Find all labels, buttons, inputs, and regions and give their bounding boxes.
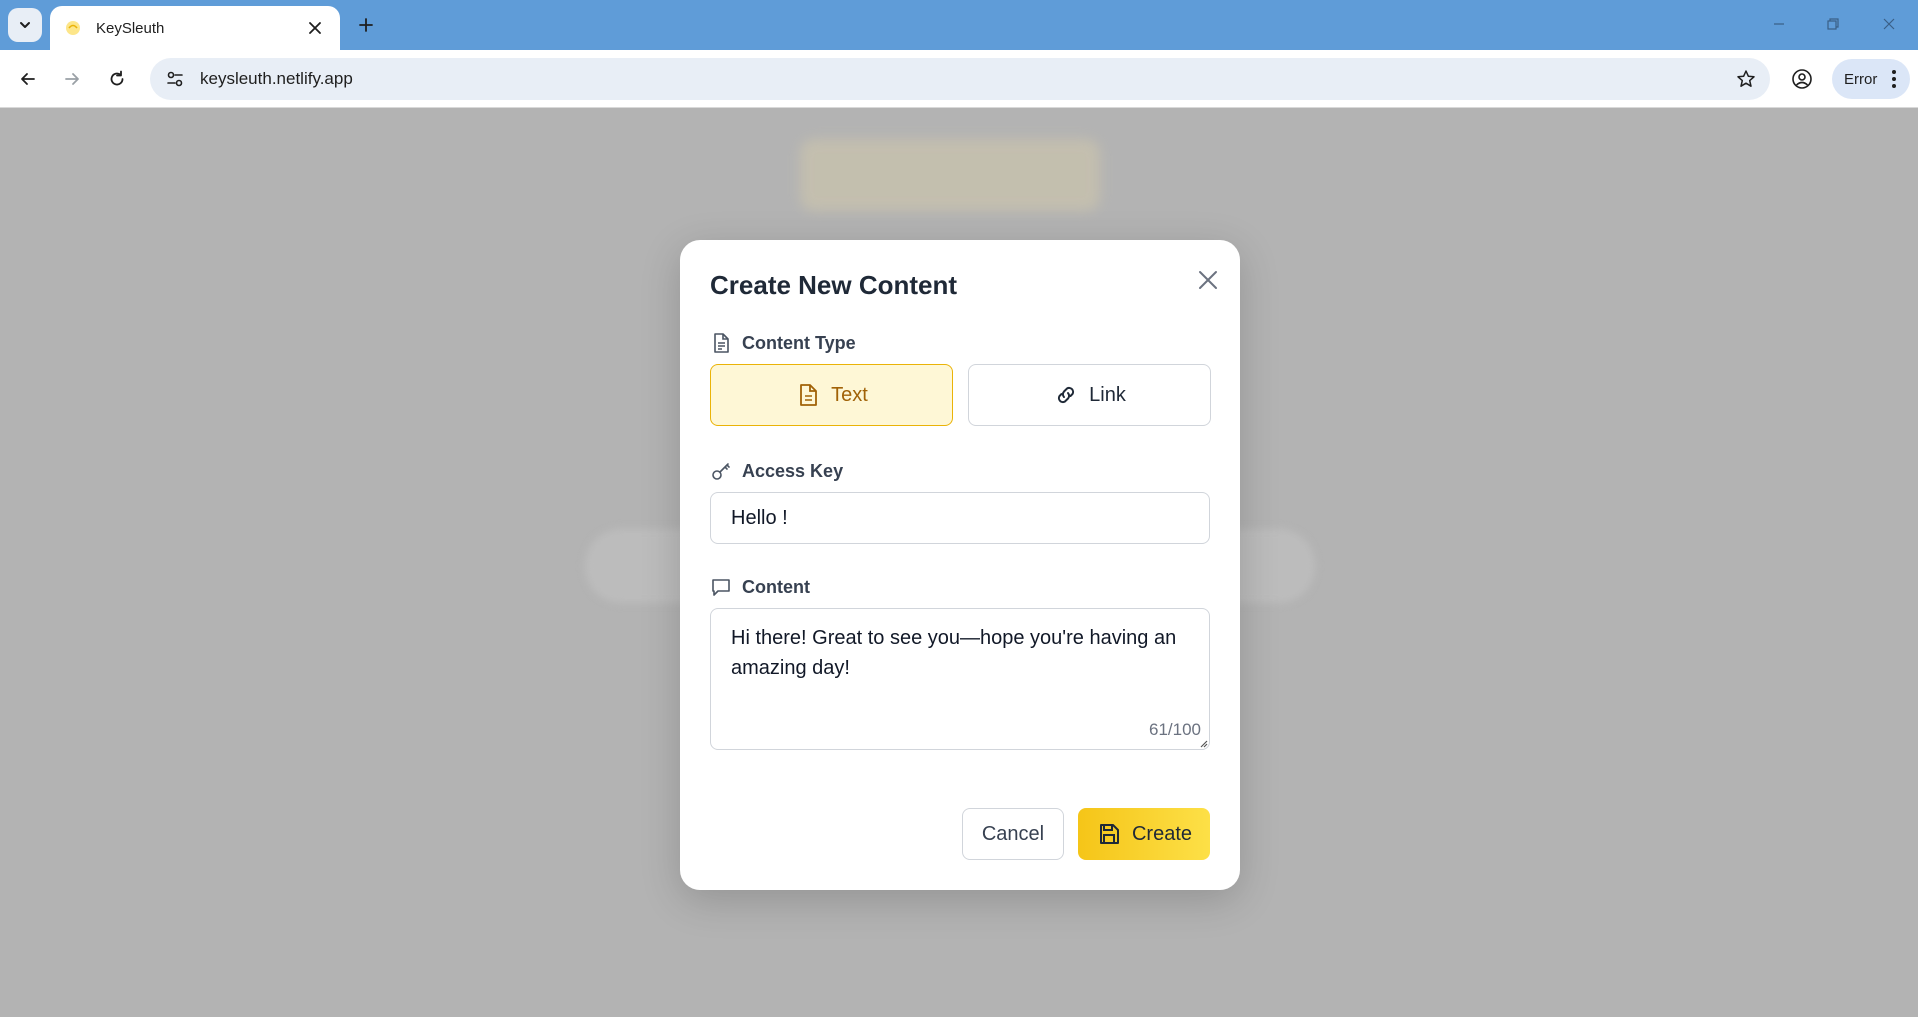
account-circle-icon [1792, 69, 1812, 89]
star-icon [1737, 70, 1755, 87]
modal-close-button[interactable] [1190, 262, 1226, 298]
close-icon [1883, 18, 1895, 30]
bookmark-star-button[interactable] [1730, 63, 1762, 95]
browser-tab[interactable]: KeySleuth [50, 6, 340, 50]
type-link-label: Link [1089, 383, 1126, 406]
more-menu-button[interactable] [1884, 65, 1904, 93]
create-label: Create [1131, 822, 1193, 845]
address-bar[interactable]: keysleuth.netlify.app [150, 58, 1770, 100]
tab-search-button[interactable] [8, 8, 42, 42]
type-text-button[interactable]: Text [710, 364, 953, 426]
type-link-button[interactable]: Link [968, 364, 1211, 426]
close-window-button[interactable] [1866, 9, 1912, 39]
content-label-text: Content [742, 576, 810, 597]
create-content-modal: Create New Content Content Type Text Lin… [680, 240, 1240, 890]
url-text[interactable]: keysleuth.netlify.app [200, 69, 1730, 89]
access-key-label: Access Key [710, 460, 843, 482]
close-icon [1199, 271, 1217, 289]
tab-title: KeySleuth [96, 19, 165, 37]
tab-close-button[interactable] [304, 17, 326, 39]
content-type-label: Content Type [710, 332, 856, 354]
cancel-button[interactable]: Cancel [962, 808, 1064, 860]
reload-icon [110, 70, 124, 86]
browser-tab-bar: KeySleuth [0, 0, 1918, 50]
error-label: Error [1844, 70, 1878, 88]
reload-button[interactable] [101, 63, 133, 95]
chevron-down-icon [20, 22, 30, 28]
access-key-label-text: Access Key [742, 460, 844, 481]
arrow-right-icon [65, 73, 79, 85]
content-text: Hi there! Great to see you—hope you're h… [731, 627, 1177, 679]
modal-title: Create New Content [710, 270, 958, 300]
keysleuth-favicon-icon [64, 19, 82, 37]
content-textarea[interactable]: Hi there! Great to see you—hope you're h… [710, 608, 1210, 750]
background-banner [800, 139, 1100, 211]
minimize-icon [1774, 23, 1784, 25]
forward-button[interactable] [56, 63, 88, 95]
create-button[interactable]: Create [1078, 808, 1210, 860]
profile-error-chip[interactable]: Error [1832, 59, 1910, 99]
message-square-icon [710, 576, 732, 598]
restore-icon [1827, 18, 1839, 30]
site-info-icon[interactable] [162, 66, 188, 92]
kebab-menu-icon [1892, 70, 1896, 88]
content-type-label-text: Content Type [742, 332, 856, 353]
file-text-icon [710, 332, 732, 354]
link-icon [1053, 382, 1079, 408]
arrow-left-icon [21, 73, 35, 85]
restore-button[interactable] [1810, 9, 1856, 39]
plus-icon [359, 18, 373, 32]
save-icon [1096, 821, 1122, 847]
file-text-icon [795, 382, 821, 408]
resize-grip-icon[interactable] [1198, 738, 1208, 748]
new-tab-button[interactable] [352, 11, 380, 39]
type-text-label: Text [831, 383, 868, 406]
content-label: Content [710, 576, 810, 598]
minimize-button[interactable] [1756, 9, 1802, 39]
profile-button[interactable] [1786, 63, 1818, 95]
close-icon [309, 22, 321, 34]
access-key-input[interactable]: Hello ! [710, 492, 1210, 544]
browser-toolbar: keysleuth.netlify.app Error [0, 50, 1918, 108]
back-button[interactable] [12, 63, 44, 95]
key-icon [710, 460, 732, 482]
char-count: 61/100 [1149, 720, 1201, 739]
